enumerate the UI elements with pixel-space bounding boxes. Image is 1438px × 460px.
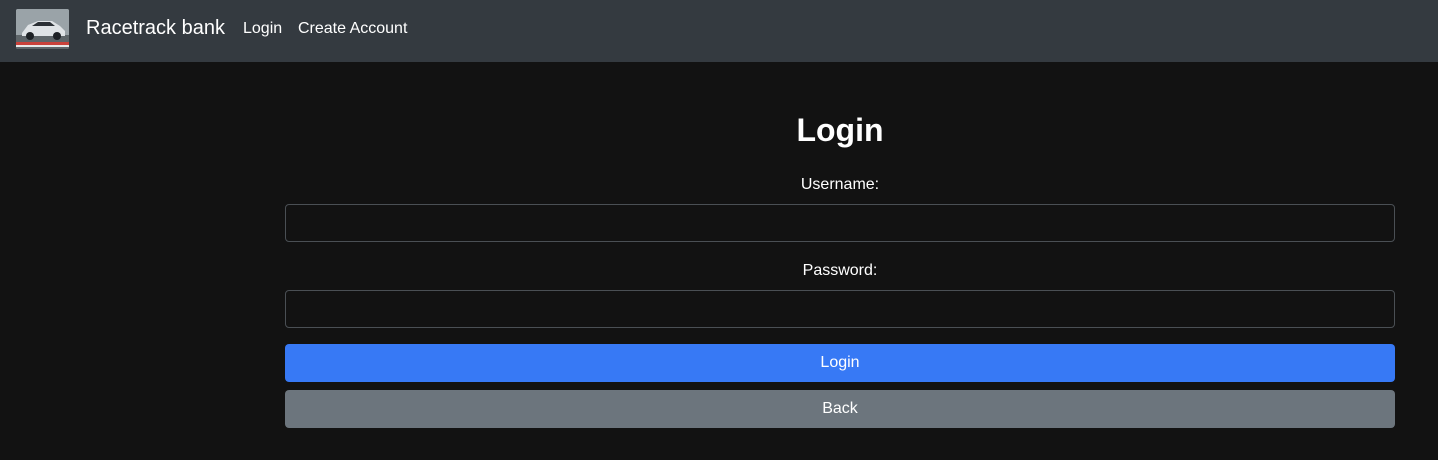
page-title: Login bbox=[796, 112, 884, 148]
login-button[interactable]: Login bbox=[285, 344, 1395, 382]
password-label: Password: bbox=[802, 262, 878, 279]
username-input[interactable] bbox=[285, 204, 1395, 242]
nav-login-link[interactable]: Login bbox=[243, 20, 282, 38]
navbar: Racetrack bank Login Create Account bbox=[0, 0, 1438, 62]
brand-link[interactable]: Racetrack bank bbox=[86, 17, 225, 40]
race-car-logo-icon[interactable] bbox=[16, 9, 69, 49]
password-input[interactable] bbox=[285, 290, 1395, 328]
nav-create-account-link[interactable]: Create Account bbox=[298, 20, 407, 38]
back-button[interactable]: Back bbox=[285, 390, 1395, 428]
username-label: Username: bbox=[800, 176, 880, 193]
